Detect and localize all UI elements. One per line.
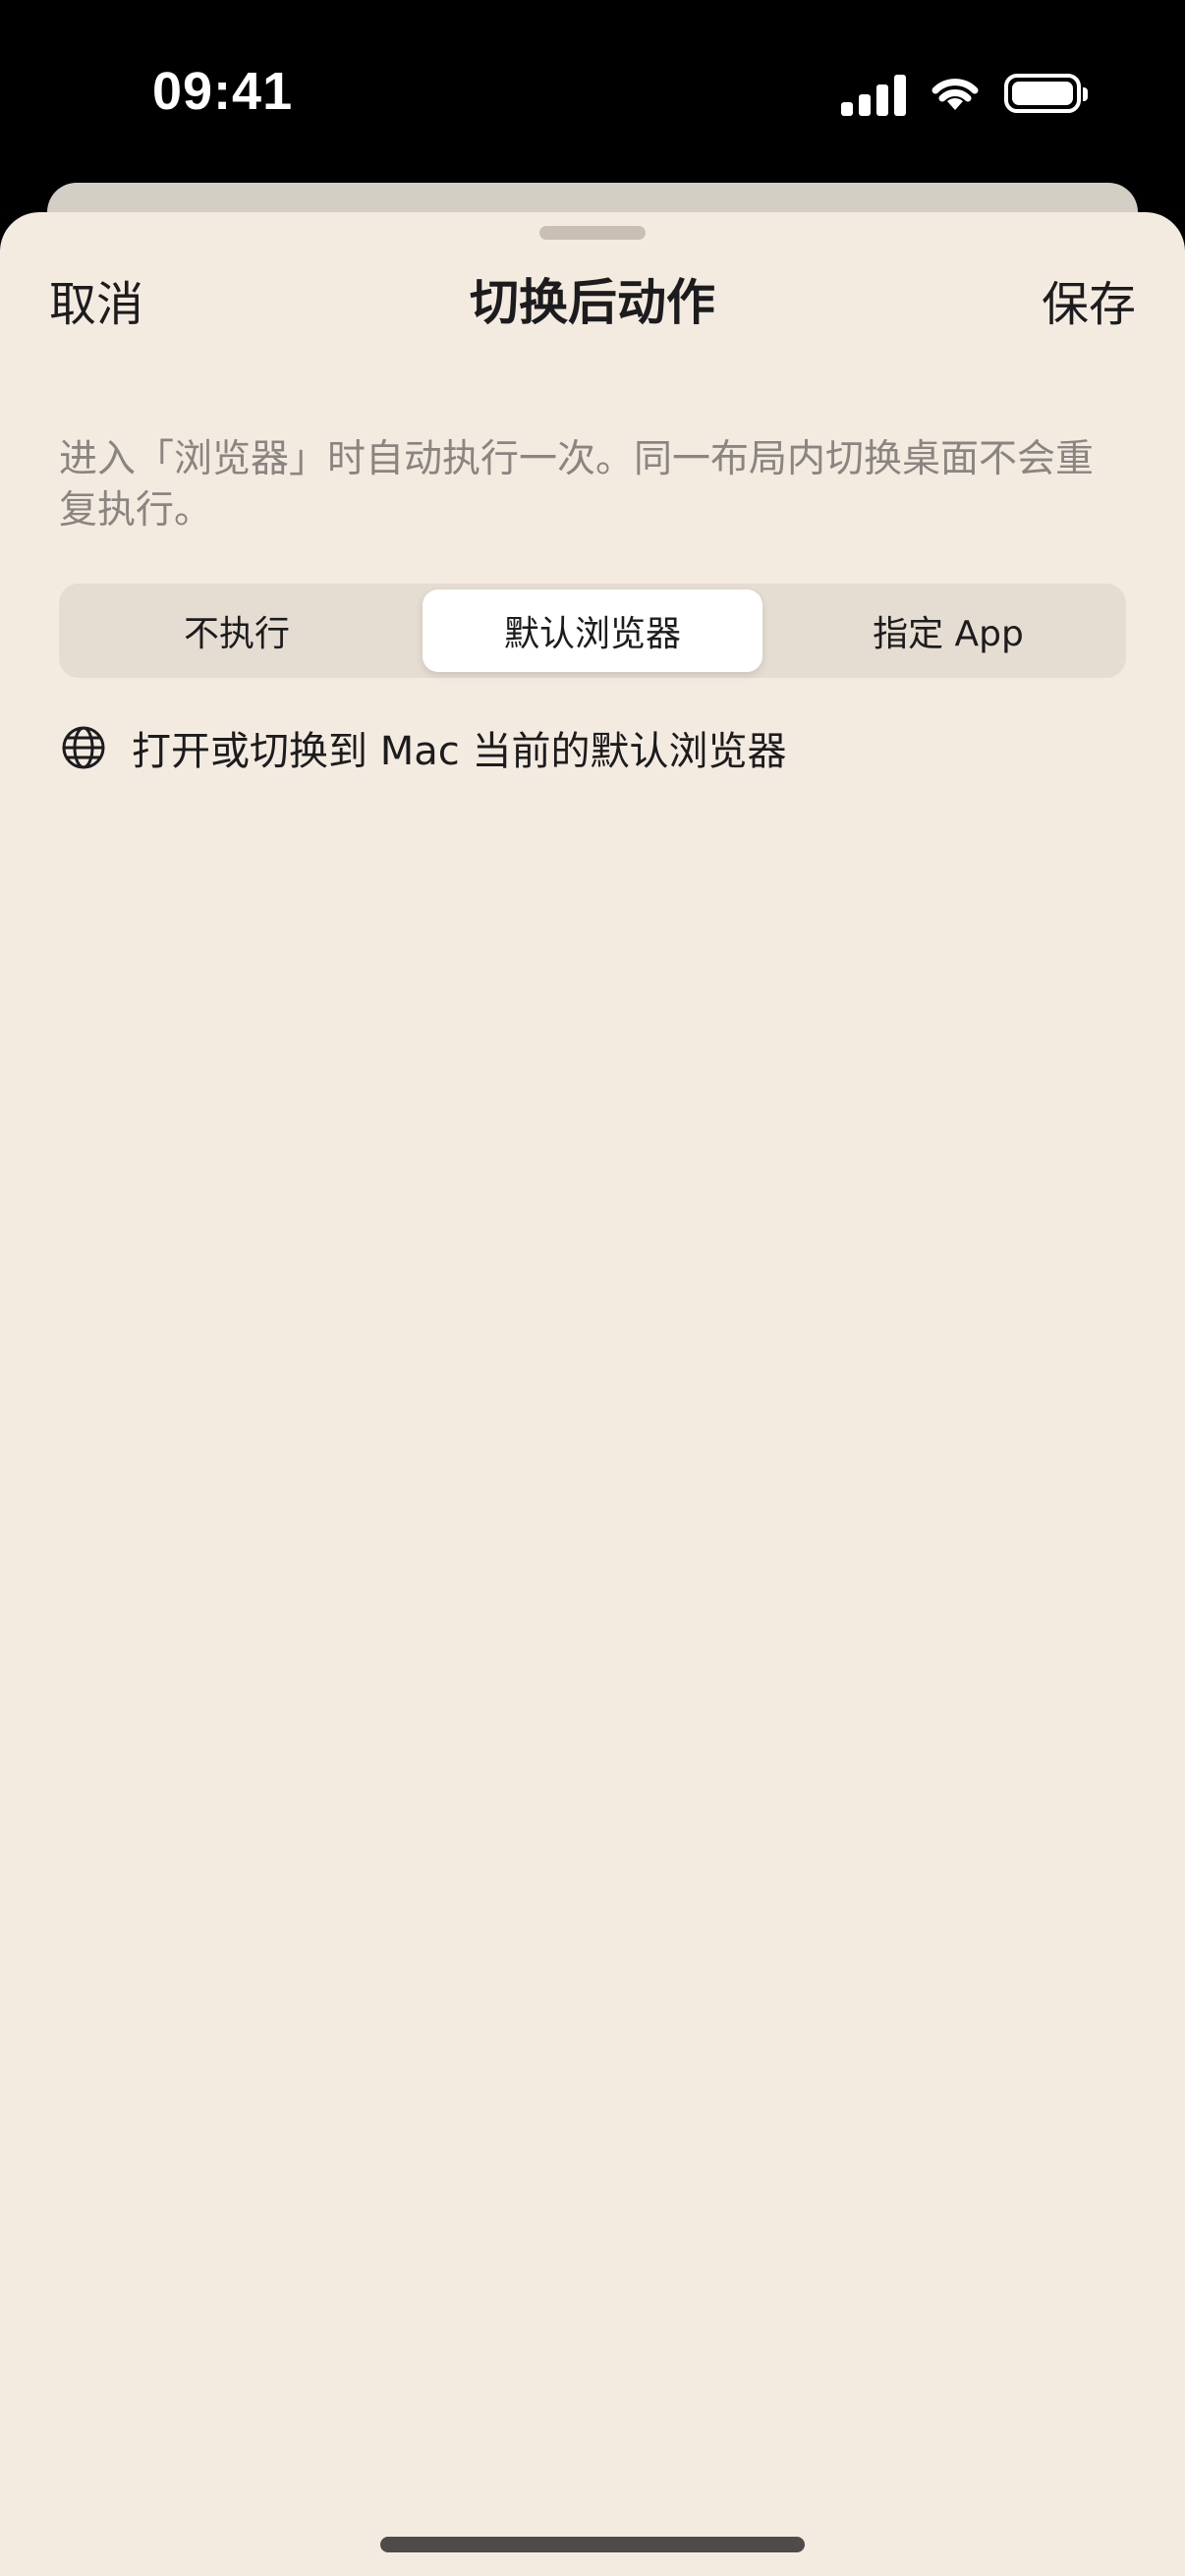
sheet-title: 切换后动作: [470, 274, 715, 331]
segment-specific-app[interactable]: 指定 App: [778, 589, 1118, 672]
segment-none[interactable]: 不执行: [67, 589, 407, 672]
wifi-icon: [931, 79, 979, 110]
action-segmented-control: 不执行 默认浏览器 指定 App: [59, 584, 1126, 678]
status-time: 09:41: [152, 62, 294, 121]
info-text: 打开或切换到 Mac 当前的默认浏览器: [132, 729, 787, 774]
info-row: 打开或切换到 Mac 当前的默认浏览器: [61, 719, 786, 776]
status-bar: 09:41: [0, 0, 1185, 187]
description-text: 进入「浏览器」时自动执行一次。同一布局内切换桌面不会重复执行。: [59, 437, 1095, 532]
sheet-grabber[interactable]: [539, 226, 646, 240]
status-icons: [841, 71, 1088, 116]
action-sheet: 取消 切换后动作 保存 进入「浏览器」时自动执行一次。同一布局内切换桌面不会重复…: [0, 212, 1185, 2576]
home-indicator[interactable]: [380, 2537, 805, 2552]
cellular-signal-icon: [841, 71, 906, 116]
save-button[interactable]: 保存: [1042, 265, 1136, 334]
segment-default-browser[interactable]: 默认浏览器: [423, 589, 762, 672]
battery-icon: [1004, 74, 1088, 113]
globe-icon: [62, 726, 105, 769]
